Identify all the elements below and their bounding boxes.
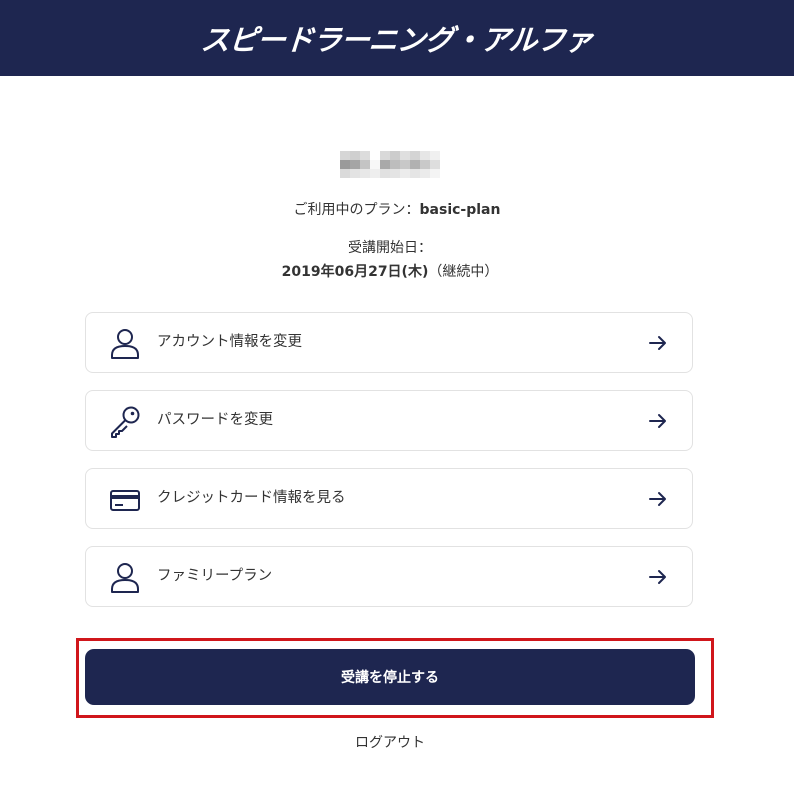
start-date: 2019年06月27日(木)（継続中） <box>0 261 780 281</box>
user-icon <box>111 329 139 359</box>
username-redacted <box>340 151 440 179</box>
start-date-value: 2019年06月27日(木) <box>281 264 429 280</box>
app-header: スピードラーニング・アルファ <box>0 0 794 76</box>
menu-item-label: ファミリープラン <box>157 568 273 584</box>
menu-item-family-plan[interactable]: ファミリープラン <box>85 546 693 607</box>
start-status: （継続中） <box>428 264 499 280</box>
current-plan: ご利用中のプラン：basic-plan <box>0 199 794 219</box>
arrow-right-icon <box>649 336 666 350</box>
menu-item-account-settings[interactable]: アカウント情報を変更 <box>85 312 693 373</box>
menu-item-label: アカウント情報を変更 <box>157 334 302 350</box>
key-icon <box>111 406 140 438</box>
plan-label: ご利用中のプラン： <box>293 202 420 218</box>
plan-value: basic-plan <box>419 202 501 218</box>
arrow-right-icon <box>649 414 666 428</box>
user-icon <box>111 563 139 593</box>
menu-item-label: パスワードを変更 <box>157 412 273 428</box>
menu-item-label: クレジットカード情報を見る <box>157 490 346 506</box>
menu-item-change-password[interactable]: パスワードを変更 <box>85 390 693 451</box>
arrow-right-icon <box>649 570 666 584</box>
logout-link[interactable]: ログアウト <box>0 732 780 752</box>
brand-logo[interactable]: スピードラーニング・アルファ <box>200 17 595 59</box>
arrow-right-icon <box>649 492 666 506</box>
stop-course-button[interactable]: 受講を停止する <box>85 649 695 705</box>
start-date-label: 受講開始日： <box>348 240 432 256</box>
credit-card-icon <box>110 490 140 511</box>
menu-item-credit-card[interactable]: クレジットカード情報を見る <box>85 468 693 529</box>
